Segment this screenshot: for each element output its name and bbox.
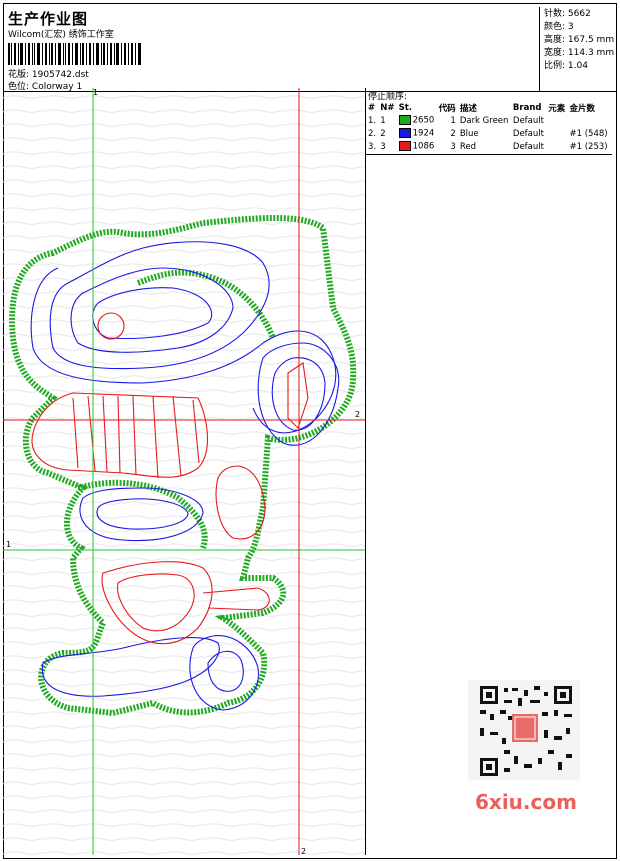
fabric-background — [3, 88, 365, 855]
stitches-row: 针数: 5662 — [544, 8, 617, 21]
table-header-row: # N# St. 代码 描述 Brand 元素 金片数 — [366, 101, 610, 114]
height-label: 高度: — [544, 35, 566, 45]
row-element — [546, 127, 567, 140]
col-element: 元素 — [548, 103, 566, 114]
row-needle: 3 — [380, 141, 386, 152]
stitches-value: 5662 — [567, 9, 591, 19]
col-code: 代码 — [438, 103, 456, 114]
stitch-count: 1086 — [412, 141, 435, 152]
row-description: Dark Green — [459, 115, 509, 126]
row-sequins: #1 (253) — [569, 141, 608, 152]
table-row: 1. 1 2650 1 Dark Green Default — [366, 114, 610, 127]
guide-label-h1: 1 — [6, 540, 12, 549]
row-code: 1 — [450, 115, 456, 126]
stitches-label: 针数: — [544, 9, 566, 19]
row-brand: Default — [512, 115, 544, 126]
row-stitches: 1924 — [397, 127, 437, 140]
scale-row: 比例: 1.04 — [544, 60, 617, 73]
qr-logo-stamp — [512, 714, 538, 742]
stop-sequence-caption: 停止顺序: — [368, 92, 408, 102]
row-brand: Default — [512, 128, 544, 139]
stats-block: 针数: 5662 颜色: 3 高度: 167.5 mm 宽度: 114.3 mm… — [539, 7, 617, 91]
stitch-count: 1924 — [412, 128, 435, 139]
row-element — [546, 140, 567, 153]
table-bottom-divider — [366, 154, 612, 155]
col-stitches: St. — [398, 102, 413, 113]
row-sequins: #1 (548) — [569, 128, 608, 139]
row-description: Red — [459, 141, 476, 152]
page-title: 生产作业图 — [8, 10, 89, 28]
row-stitches: 1086 — [397, 140, 437, 153]
row-needle: 2 — [380, 128, 386, 139]
width-label: 宽度: — [544, 48, 566, 58]
width-row: 宽度: 114.3 mm — [544, 47, 617, 60]
col-description: 描述 — [459, 103, 477, 114]
scale-label: 比例: — [544, 61, 566, 71]
guide-label-h2: 2 — [355, 410, 361, 419]
col-sequins: 金片数 — [569, 103, 595, 114]
design-file-row: 花版: 1905742.dst — [8, 69, 533, 81]
colors-label: 颜色: — [544, 22, 566, 32]
color-swatch — [398, 141, 411, 152]
row-sequins — [567, 114, 610, 127]
design-file-value: 1905742.dst — [31, 70, 89, 80]
row-index: 1. — [368, 115, 377, 126]
embroidery-drawing — [3, 88, 365, 855]
row-stitches: 2650 — [397, 114, 437, 127]
colors-value: 3 — [567, 22, 574, 32]
barcode — [8, 43, 141, 65]
company-name: Wilcom(汇宏) 绣饰工作室 — [8, 30, 114, 40]
color-swatch — [398, 115, 411, 126]
row-code: 3 — [450, 141, 456, 152]
table-row: 2. 2 1924 2 Blue Default #1 (548) — [366, 127, 610, 140]
row-description: Blue — [459, 128, 479, 139]
width-value: 114.3 mm — [567, 48, 615, 58]
row-index: 2. — [368, 128, 377, 139]
height-row: 高度: 167.5 mm — [544, 34, 617, 47]
design-preview: 1 1 2 2 — [3, 88, 365, 855]
row-index: 3. — [368, 141, 377, 152]
stitch-count: 2650 — [412, 115, 435, 126]
row-code: 2 — [450, 128, 456, 139]
table-row: 3. 3 1086 3 Red Default #1 (253) — [366, 140, 610, 153]
row-element — [546, 114, 567, 127]
col-brand: Brand — [512, 102, 542, 113]
qr-code — [468, 680, 580, 780]
color-swatch — [398, 128, 411, 139]
guide-label-v1: 1 — [93, 88, 99, 97]
guide-label-v2: 2 — [301, 847, 307, 855]
stop-sequence-table: # N# St. 代码 描述 Brand 元素 金片数 1. 1 2650 1 … — [366, 101, 610, 153]
scale-value: 1.04 — [567, 61, 588, 71]
col-index: # — [368, 102, 376, 113]
col-needle: N# — [380, 102, 395, 113]
design-file-label: 花版: — [8, 70, 30, 80]
height-value: 167.5 mm — [567, 35, 615, 45]
watermark-text: 6xiu.com — [475, 790, 577, 814]
row-needle: 1 — [380, 115, 386, 126]
colors-row: 颜色: 3 — [544, 21, 617, 34]
row-brand: Default — [512, 141, 544, 152]
header-block: 生产作业图 Wilcom(汇宏) 绣饰工作室 花版: 1905742.dst 色… — [8, 8, 533, 92]
